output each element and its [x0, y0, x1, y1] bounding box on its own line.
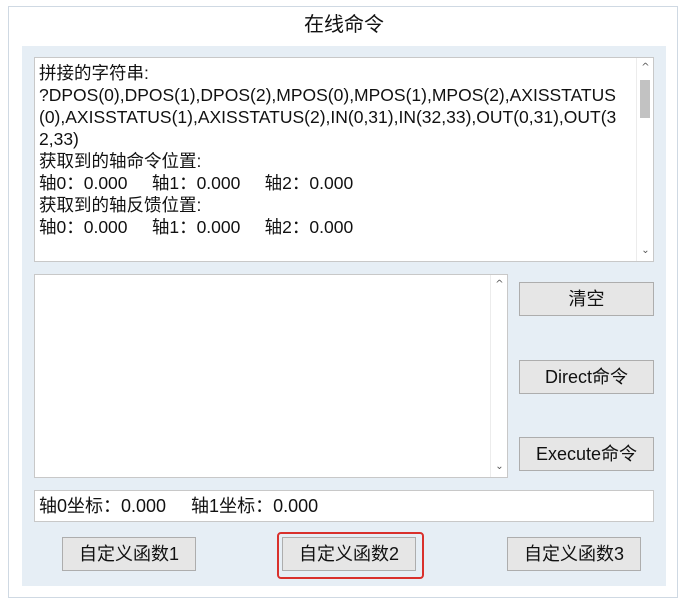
command-input[interactable]: ^ ⌄	[34, 274, 508, 478]
custom-function-3-button[interactable]: 自定义函数3	[507, 537, 641, 571]
chevron-down-icon[interactable]: ⌄	[491, 459, 508, 475]
output-log[interactable]: 拼接的字符串: ?DPOS(0),DPOS(1),DPOS(2),MPOS(0)…	[34, 57, 654, 262]
command-input-scrollbar[interactable]: ^ ⌄	[490, 275, 507, 477]
scrollbar-thumb[interactable]	[640, 80, 650, 118]
highlight-box	[277, 532, 424, 579]
custom-function-1-button[interactable]: 自定义函数1	[62, 537, 196, 571]
chevron-up-icon[interactable]: ^	[637, 60, 653, 76]
direct-command-button[interactable]: Direct命令	[519, 360, 654, 394]
window-title: 在线命令	[304, 12, 384, 36]
chevron-up-icon[interactable]: ^	[491, 277, 508, 293]
output-log-scrollbar[interactable]: ^ ⌄	[636, 58, 653, 261]
chevron-down-icon[interactable]: ⌄	[637, 243, 653, 259]
clear-button[interactable]: 清空	[519, 282, 654, 316]
output-log-text: 拼接的字符串: ?DPOS(0),DPOS(1),DPOS(2),MPOS(0)…	[39, 63, 617, 237]
axis-coordinates-field[interactable]: 轴0坐标：0.000 轴1坐标：0.000	[34, 490, 654, 522]
execute-command-button[interactable]: Execute命令	[519, 437, 654, 471]
